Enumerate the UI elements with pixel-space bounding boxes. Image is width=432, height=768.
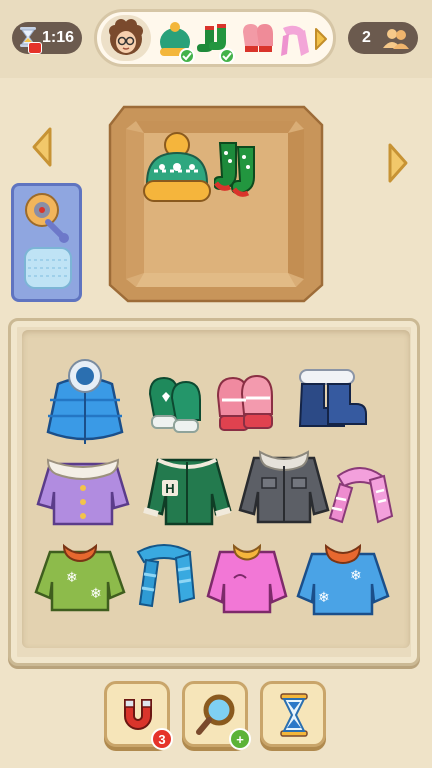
magnet-booster-button[interactable]: 3 bbox=[104, 681, 173, 750]
hourglass-booster-icon bbox=[280, 693, 308, 737]
magnifier-booster-button[interactable]: + bbox=[182, 681, 251, 750]
box-next-arrow-icon[interactable] bbox=[386, 142, 410, 184]
green-mittens[interactable] bbox=[142, 372, 212, 440]
box-beanie bbox=[143, 132, 211, 202]
denim-jacket[interactable] bbox=[236, 446, 332, 526]
purple-fur-coat[interactable] bbox=[34, 454, 132, 526]
svg-text:H: H bbox=[165, 481, 174, 496]
magnet-icon bbox=[124, 699, 152, 730]
target-box[interactable] bbox=[108, 103, 324, 303]
blue-scarf[interactable] bbox=[132, 540, 196, 616]
order-mittens-icon bbox=[243, 24, 273, 52]
magnifier-count: + bbox=[236, 731, 244, 747]
timer-text: 1:16 bbox=[42, 29, 75, 46]
pink-scarf[interactable] bbox=[328, 462, 394, 534]
side-item-card[interactable] bbox=[11, 183, 82, 302]
puffer-jacket[interactable] bbox=[40, 356, 130, 448]
svg-text:❄: ❄ bbox=[66, 570, 78, 586]
box-prev-arrow-icon[interactable] bbox=[30, 126, 54, 168]
record-icon bbox=[28, 42, 42, 54]
blue-sweater[interactable]: ❄ ❄ bbox=[296, 540, 390, 618]
svg-text:❄: ❄ bbox=[90, 586, 102, 602]
magnifier-add-badge[interactable]: + bbox=[229, 728, 251, 750]
players-pill: 2 bbox=[348, 22, 418, 54]
pink-mittens[interactable] bbox=[212, 372, 282, 442]
pink-sweater[interactable] bbox=[206, 540, 288, 616]
knit-hat-icon bbox=[24, 247, 72, 289]
order-socks-icon bbox=[197, 24, 235, 64]
players-count: 2 bbox=[362, 29, 371, 46]
order-scarf-icon bbox=[281, 25, 309, 56]
earmuff-icon bbox=[25, 193, 69, 243]
varsity-jacket[interactable]: H bbox=[140, 450, 234, 526]
order-items bbox=[157, 14, 327, 64]
customer-avatar bbox=[101, 15, 151, 61]
magnet-count-badge: 3 bbox=[151, 728, 173, 750]
blue-boots[interactable] bbox=[288, 366, 368, 436]
order-beanie-icon bbox=[160, 22, 195, 64]
svg-text:❄: ❄ bbox=[350, 568, 362, 584]
hourglass-booster-button[interactable] bbox=[260, 681, 326, 747]
timer-pill: 1:16 bbox=[12, 22, 82, 54]
magnet-count: 3 bbox=[158, 731, 166, 747]
svg-text:❄: ❄ bbox=[318, 590, 330, 606]
players-icon bbox=[383, 29, 409, 49]
order-next-arrow-icon[interactable] bbox=[313, 26, 329, 52]
order-bar bbox=[94, 9, 336, 67]
green-sweater[interactable]: ❄ ❄ bbox=[34, 538, 126, 614]
box-socks bbox=[214, 142, 255, 197]
